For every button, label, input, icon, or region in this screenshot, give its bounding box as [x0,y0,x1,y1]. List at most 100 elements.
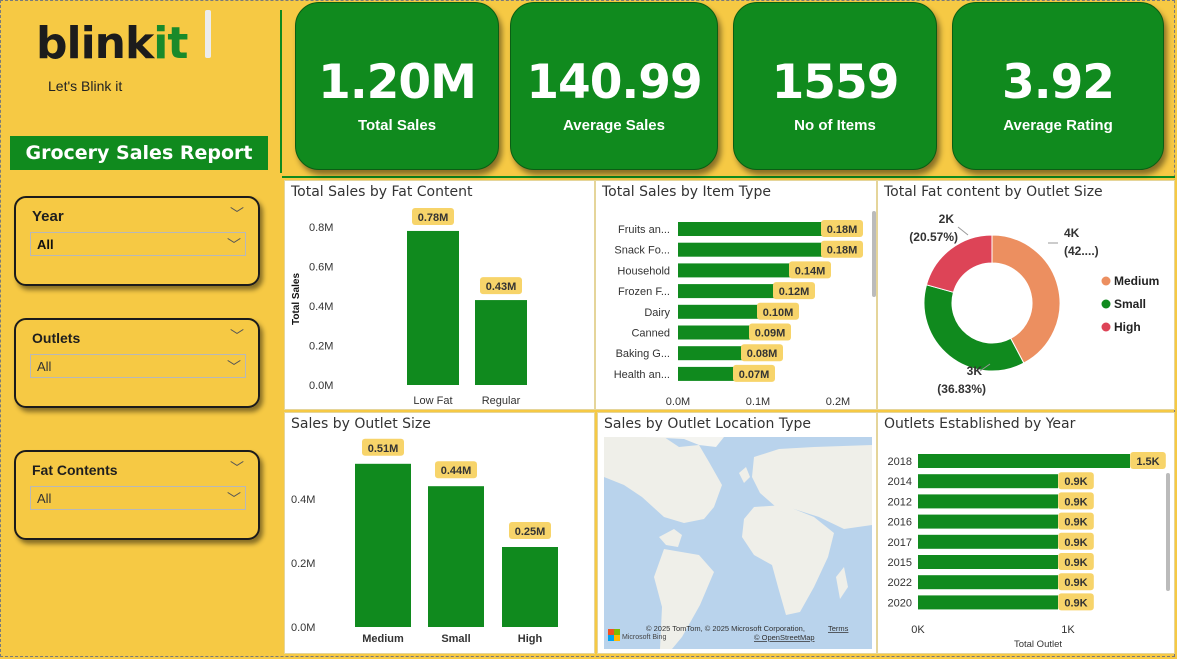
outlets-dropdown-value: All [37,359,52,374]
year-slicer-label: Year [32,208,64,225]
fat-content-chart: 0.0M 0.2M 0.4M 0.6M 0.8M Total Sales 0.78M Low … [291,207,527,407]
y-tick-label: Snack Fo... [614,245,670,257]
y-tick-label: 0.6M [309,262,333,274]
kpi-label: Average Rating [1003,117,1113,134]
kpi-value: 3.92 [1002,55,1115,110]
outlets-by-year-chart: 2018 1.5K 2014 0.9K 2012 0.9K 2016 0.9K 2017 0.9K… [888,452,1170,650]
fat-contents-dropdown-value: All [37,491,52,506]
outlets-slicer[interactable]: Outlets ﹀ All ﹀ [14,318,260,408]
legend-marker [1101,276,1111,286]
map-osm-link: © OpenStreetMap [754,633,815,642]
year-slicer[interactable]: Year ﹀ All ﹀ [14,196,260,286]
bar-data-label: 0.44M [441,465,472,477]
fat-contents-slicer[interactable]: Fat Contents ﹀ All ﹀ [14,450,260,540]
scrollbar-thumb [1166,473,1170,591]
report-title: Grocery Sales Report [10,136,268,170]
y-tick-label: 2015 [888,557,912,569]
sales-by-outlet-size-panel: Sales by Outlet Size 0.0M 0.2M 0.4M 0.51M Me… [284,412,595,654]
bar [678,366,734,381]
y-tick-label: 0.0M [291,622,315,634]
bar [428,486,484,627]
bar [918,454,1130,468]
bar [355,463,411,627]
y-tick-label: Dairy [644,307,670,319]
y-axis-label: Total Sales [291,273,302,325]
item-type-chart: Fruits an... 0.18M Snack Fo... 0.18M Househo… [614,211,876,408]
ms-logo-blue [608,635,614,641]
slice-percent-label: (42....) [1064,244,1099,258]
item-type-chart-panel: Total Sales by Item Type Fruits an... 0.1… [595,180,877,410]
legend-label: High [1114,320,1141,334]
x-tick-label: 0K [911,624,925,636]
y-tick-label: 2017 [888,537,912,549]
bar-data-label: 0.9K [1064,517,1087,529]
legend-label: Small [1114,297,1146,311]
legend-label: Medium [1114,274,1159,288]
bar-data-label: 0.18M [827,245,858,257]
kpi-label: No of Items [794,117,876,134]
y-tick-label: 0.4M [291,494,315,506]
outlet-size-donut-panel: Total Fat content by Outlet Size 4K (42..… [877,180,1175,410]
caribbean-shape [659,529,682,547]
year-dropdown-value: All [37,237,54,252]
bar-data-label: 0.9K [1064,496,1087,508]
y-tick-label: Fruits an... [618,224,670,236]
bar [678,346,742,361]
chevron-down-icon[interactable]: ﹀ [230,204,244,224]
chevron-down-icon[interactable]: ﹀ [230,326,244,346]
bar-data-label: 0.07M [739,369,770,381]
chevron-down-icon[interactable]: ﹀ [230,458,244,478]
bar-data-label: 0.08M [747,348,778,360]
x-tick-label: 0.1M [746,396,770,408]
sales-by-outlet-size-chart: 0.0M 0.2M 0.4M 0.51M Medium 0.44M Small 0.25M Hi… [291,438,558,645]
y-tick-label: 2022 [888,577,912,589]
donut-slice [923,284,1025,372]
year-dropdown[interactable]: All ﹀ [30,232,246,256]
kpi-card-average-rating: 3.92 Average Rating [952,2,1164,170]
ms-logo-red [608,629,614,635]
bar [918,514,1058,529]
bar [918,595,1058,610]
y-tick-label: 0.4M [309,301,333,313]
y-tick-label: Health an... [614,369,670,381]
bar-data-label: 0.25M [515,526,546,538]
world-map[interactable]: Microsoft Bing © 2025 TomTom, © 2025 Mic… [604,437,872,649]
x-tick-label: Small [441,633,470,645]
chevron-down-icon[interactable]: ﹀ [227,357,241,377]
bar-data-label: 0.9K [1064,577,1087,589]
bar-data-label: 0.9K [1064,537,1087,549]
y-tick-label: Baking G... [616,348,670,360]
outlets-slicer-label: Outlets [32,330,81,346]
kpi-card-total-sales: 1.20M Total Sales [295,2,499,170]
bar [475,300,527,385]
bar [678,242,822,257]
map-terms-link: Terms [828,624,849,633]
ms-logo-yellow [614,635,620,641]
bar [918,494,1058,509]
north-america-shape [604,437,722,523]
map-attribution: © 2025 TomTom, © 2025 Microsoft Corporat… [646,624,805,633]
vertical-divider [280,10,282,173]
kpi-value: 140.99 [526,55,702,110]
bar [678,304,758,319]
chevron-down-icon[interactable]: ﹀ [227,489,241,509]
bar [678,325,750,340]
blinkit-logo: blinkit [36,18,188,69]
kpi-value: 1559 [771,55,900,110]
chart-title: Sales by Outlet Location Type [604,416,811,432]
chevron-down-icon[interactable]: ﹀ [227,235,241,255]
uk-shape [739,467,750,483]
ms-logo-green [614,629,620,635]
logo-divider [205,10,211,58]
bar [918,534,1058,549]
fat-contents-dropdown[interactable]: All ﹀ [30,486,246,510]
bar-data-label: 0.9K [1064,597,1087,609]
outlets-dropdown[interactable]: All ﹀ [30,354,246,378]
y-tick-label: 2014 [888,476,912,488]
kpi-card-average-sales: 140.99 Average Sales [510,2,718,170]
slice-percent-label: (36.83%) [937,382,986,396]
outlet-size-donut-chart: 4K (42....) 3K (36.83%) 2K (20.57%) Medium Smal… [909,212,1159,396]
y-tick-label: 2018 [888,456,912,468]
x-tick-label: Regular [482,395,521,407]
y-tick-label: 0.0M [309,380,333,392]
